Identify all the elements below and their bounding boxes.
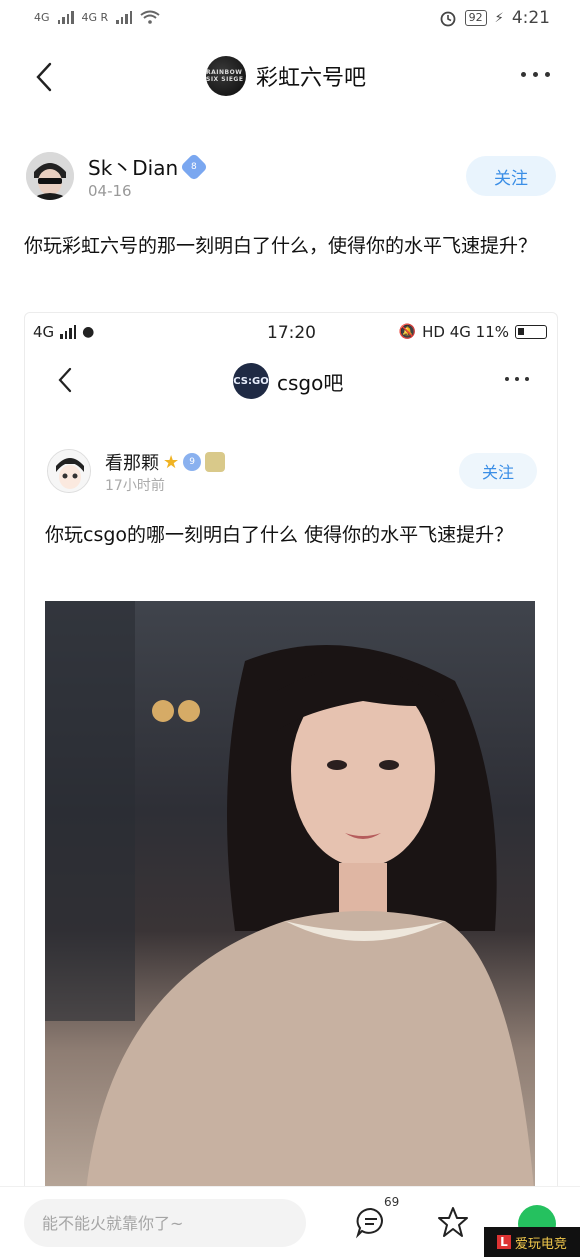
- embedded-post-header: 看那颗 ★ 9 17小时前 关注: [47, 447, 537, 503]
- embedded-author-row: 看那颗 ★ 9: [105, 449, 226, 475]
- embedded-avatar: [47, 449, 91, 493]
- star-icon: ★: [163, 451, 180, 473]
- embedded-network: 4G: [33, 323, 55, 341]
- wechat-icon: ●: [82, 324, 95, 340]
- alarm-icon: [440, 11, 456, 27]
- top-nav: RAINBOW SIX SIEGE 彩虹六号吧: [0, 50, 580, 106]
- follow-button[interactable]: 关注: [466, 156, 556, 196]
- signal-icon: [57, 10, 74, 24]
- embedded-post-title: 你玩csgo的哪一刻明白了什么 使得你的水平飞速提升？: [45, 524, 514, 546]
- embedded-battery-icon: [515, 325, 547, 339]
- author-name: Sk丶Dian: [88, 156, 179, 180]
- embedded-author-name: 看那颗: [105, 453, 159, 474]
- more-icon[interactable]: [521, 72, 550, 77]
- avatar[interactable]: [26, 152, 74, 200]
- medal-icon: [205, 452, 226, 472]
- bottom-bar: 69 L爱玩电竞: [0, 1186, 580, 1257]
- post-header: Sk丶Dian 8 04-16 关注: [26, 150, 556, 210]
- charging-icon: ⚡: [494, 10, 504, 26]
- forum-title: 彩虹六号吧: [256, 66, 367, 91]
- comment-icon[interactable]: [354, 1205, 388, 1239]
- embedded-status-bar: 4G ● 17:20 🔕 HD 4G 11%: [25, 321, 557, 345]
- embedded-back-icon: [58, 367, 72, 393]
- status-bar: 4G 4G R 92 ⚡ 4:21: [0, 0, 580, 40]
- watermark-logo: L 爱玩电竞: [484, 1227, 580, 1257]
- reply-input[interactable]: [24, 1199, 306, 1247]
- wifi-icon: [140, 10, 160, 24]
- level-badge: 8: [180, 152, 209, 181]
- embedded-screenshot[interactable]: 4G ● 17:20 🔕 HD 4G 11% CS:GO csgo吧 看那颗 ★…: [24, 312, 558, 1192]
- back-icon[interactable]: [30, 62, 60, 92]
- signal-icon-2: [116, 10, 133, 24]
- embedded-follow-button: 关注: [459, 453, 537, 489]
- embedded-more-icon: [505, 377, 529, 381]
- status-right: 92 ⚡ 4:21: [439, 8, 550, 28]
- network-label-1: 4G: [34, 10, 50, 24]
- forum-logo: RAINBOW SIX SIEGE: [206, 56, 246, 96]
- post-date: 04-16: [88, 182, 132, 200]
- embedded-clock: 17:20: [267, 323, 316, 343]
- network-indicators: 4G 4G R: [34, 10, 160, 24]
- embedded-post-time: 17小时前: [105, 478, 165, 494]
- embedded-forum-logo: CS:GO: [233, 363, 269, 399]
- star-favorite-icon[interactable]: [436, 1205, 470, 1239]
- embedded-level-badge: 9: [183, 453, 202, 471]
- author-name-row[interactable]: Sk丶Dian 8: [88, 152, 209, 181]
- network-label-2: 4G R: [81, 10, 109, 24]
- embedded-nav: CS:GO csgo吧: [25, 359, 557, 403]
- post-photo[interactable]: [45, 601, 535, 1191]
- comment-count: 69: [384, 1195, 400, 1209]
- battery-icon: 92: [464, 10, 487, 26]
- embedded-forum-header: CS:GO csgo吧: [233, 363, 343, 399]
- embedded-forum-title: csgo吧: [277, 370, 344, 395]
- embedded-status-right: HD 4G 11%: [422, 323, 509, 341]
- clock: 4:21: [511, 8, 550, 28]
- forum-header[interactable]: RAINBOW SIX SIEGE 彩虹六号吧: [206, 56, 366, 96]
- post-title: 你玩彩虹六号的那一刻明白了什么，使得你的水平飞速提升？: [24, 235, 538, 257]
- embedded-signal-icon: [60, 325, 77, 339]
- mute-icon: 🔕: [398, 324, 417, 340]
